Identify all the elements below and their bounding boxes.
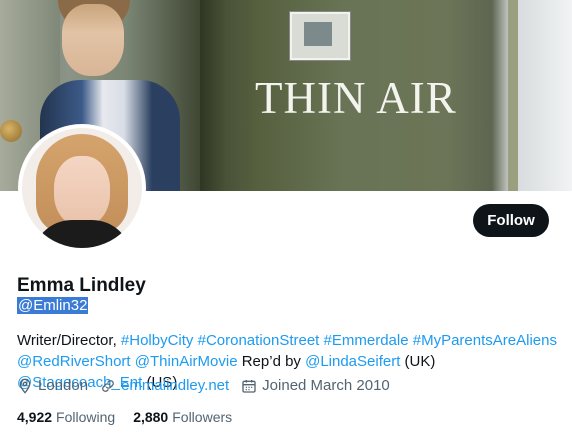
banner-wall-picture xyxy=(290,12,350,60)
mention-thinairmovie[interactable]: @ThinAirMovie xyxy=(135,353,238,370)
following-label: Following xyxy=(56,409,116,425)
location-text: London xyxy=(38,377,89,394)
hashtag-emmerdale[interactable]: #Emmerdale xyxy=(324,332,409,349)
bio-text: Writer/Director, xyxy=(17,332,121,349)
mention-lindaseifert[interactable]: @LindaSeifert xyxy=(305,353,400,370)
profile-handle: @Emlin32 xyxy=(17,297,89,314)
banner-figure-head xyxy=(62,4,124,76)
profile-joined: Joined March 2010 xyxy=(241,377,390,394)
banner-door-knob xyxy=(0,120,22,142)
following-count: 4,922 xyxy=(17,409,53,425)
hashtag-myparentsarealiens[interactable]: #MyParentsAreAliens xyxy=(413,332,557,349)
calendar-icon xyxy=(242,379,256,393)
profile-meta: London emmalindley.net Joined March 2010 xyxy=(17,377,402,394)
avatar[interactable] xyxy=(18,124,146,252)
location-pin-icon xyxy=(19,378,31,394)
banner-title: THIN AIR xyxy=(255,73,457,123)
bio-uk-text: (UK) xyxy=(404,353,436,370)
profile-name: Emma Lindley xyxy=(17,275,146,296)
joined-text: Joined March 2010 xyxy=(262,377,390,394)
banner-wall xyxy=(508,0,572,191)
followers-label: Followers xyxy=(172,409,233,425)
website-link[interactable]: emmalindley.net xyxy=(121,377,229,394)
avatar-photo xyxy=(22,128,142,248)
banner-door-frame xyxy=(200,0,226,191)
profile-location: London xyxy=(17,377,88,394)
avatar-face xyxy=(54,156,110,226)
profile-handle-container: @Emlin32 xyxy=(17,297,89,314)
mention-redrivershort[interactable]: @RedRiverShort xyxy=(17,353,131,370)
followers-count: 2,880 xyxy=(133,409,169,425)
hashtag-holbycity[interactable]: #HolbyCity xyxy=(121,332,194,349)
link-icon xyxy=(102,379,114,392)
bio-repd-text: Rep’d by xyxy=(241,353,301,370)
following-stat[interactable]: 4,922 Following xyxy=(17,409,115,425)
profile-stats: 4,922 Following 2,880 Followers xyxy=(17,409,250,425)
follow-button[interactable]: Follow xyxy=(473,204,549,237)
hashtag-coronationstreet[interactable]: #CoronationStreet xyxy=(198,332,320,349)
followers-stat[interactable]: 2,880 Followers xyxy=(133,409,232,425)
profile-website[interactable]: emmalindley.net xyxy=(100,377,229,394)
